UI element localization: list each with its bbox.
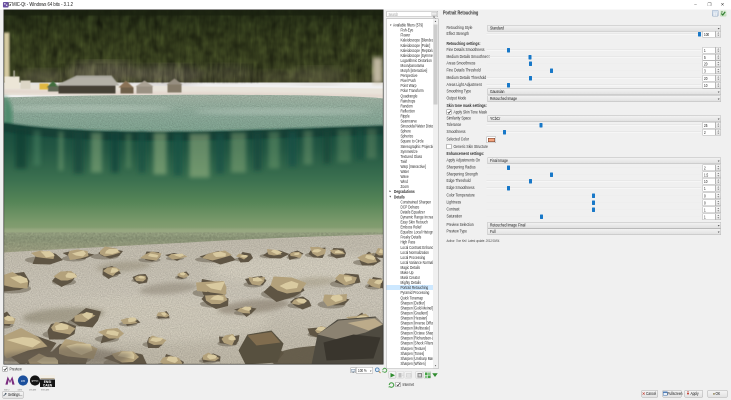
svg-text:greyc: greyc bbox=[32, 379, 39, 383]
svg-text:CAEN: CAEN bbox=[43, 384, 53, 388]
svg-text:cn: cn bbox=[21, 379, 25, 383]
